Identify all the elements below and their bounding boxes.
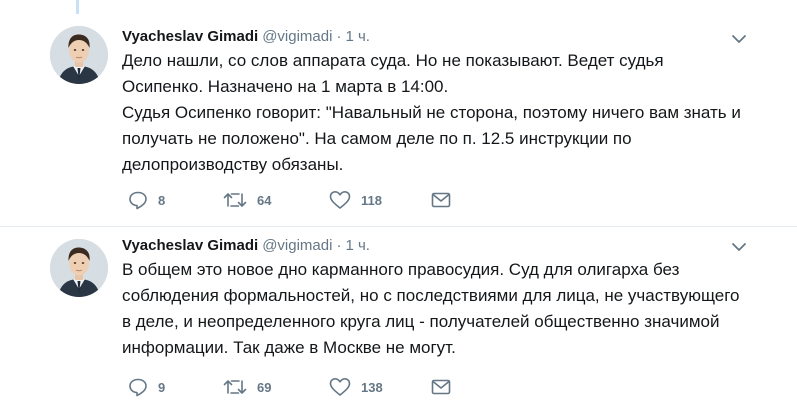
reply-count: 9 — [158, 379, 166, 395]
tweet-actions: 9 69 138 — [128, 376, 461, 398]
retweet-count: 64 — [257, 192, 272, 208]
like-count: 138 — [361, 379, 383, 395]
reply-count: 8 — [158, 192, 166, 208]
tweet-actions: 8 64 118 — [128, 189, 461, 211]
envelope-icon — [431, 379, 451, 395]
reply-button[interactable]: 8 — [128, 190, 223, 210]
author-name[interactable]: Vyacheslav Gimadi — [122, 237, 258, 254]
like-button[interactable]: 138 — [329, 377, 431, 397]
tweet-header: Vyacheslav Gimadi @vigimadi · 1 ч. — [122, 27, 370, 47]
direct-message-button[interactable] — [431, 192, 461, 208]
speech-bubble-icon — [128, 190, 148, 210]
retweet-arrows-icon — [223, 190, 247, 210]
tweet-timestamp[interactable]: 1 ч. — [345, 28, 370, 45]
author-name[interactable]: Vyacheslav Gimadi — [122, 28, 258, 45]
retweet-button[interactable]: 69 — [223, 377, 329, 397]
author-handle[interactable]: @vigimadi — [262, 28, 332, 45]
tweet-header: Vyacheslav Gimadi @vigimadi · 1 ч. — [122, 236, 370, 256]
envelope-icon — [431, 192, 451, 208]
reply-button[interactable]: 9 — [128, 377, 223, 397]
tweet-timeline: Vyacheslav Gimadi @vigimadi · 1 ч. Дело наш… — [0, 0, 797, 411]
chevron-down-icon[interactable] — [731, 32, 747, 44]
tweet-text: Дело нашли, со слов аппарата суда. Но не… — [122, 48, 742, 178]
direct-message-button[interactable] — [431, 379, 461, 395]
like-count: 118 — [361, 192, 382, 208]
avatar[interactable] — [50, 26, 108, 84]
header-separator: · — [336, 28, 342, 45]
avatar[interactable] — [50, 239, 108, 297]
author-handle[interactable]: @vigimadi — [262, 237, 332, 254]
tweet-text: В общем это новое дно карманного правосу… — [122, 257, 742, 361]
tweet-paragraph: Дело нашли, со слов аппарата суда. Но не… — [122, 51, 664, 96]
tweet[interactable]: Vyacheslav Gimadi @vigimadi · 1 ч. В общем … — [0, 227, 797, 411]
retweet-button[interactable]: 64 — [223, 190, 329, 210]
heart-outline-icon — [329, 190, 351, 210]
tweet-paragraph: В общем это новое дно карманного правосу… — [122, 260, 740, 357]
tweet-paragraph: Судья Осипенко говорит: "Навальный не ст… — [122, 103, 741, 174]
tweet[interactable]: Vyacheslav Gimadi @vigimadi · 1 ч. Дело наш… — [0, 0, 797, 227]
header-separator: · — [336, 237, 342, 254]
retweet-count: 69 — [257, 379, 272, 395]
chevron-down-icon[interactable] — [731, 240, 747, 252]
speech-bubble-icon — [128, 377, 148, 397]
tweet-timestamp[interactable]: 1 ч. — [345, 237, 370, 254]
heart-outline-icon — [329, 377, 351, 397]
like-button[interactable]: 118 — [329, 190, 431, 210]
retweet-arrows-icon — [223, 377, 247, 397]
